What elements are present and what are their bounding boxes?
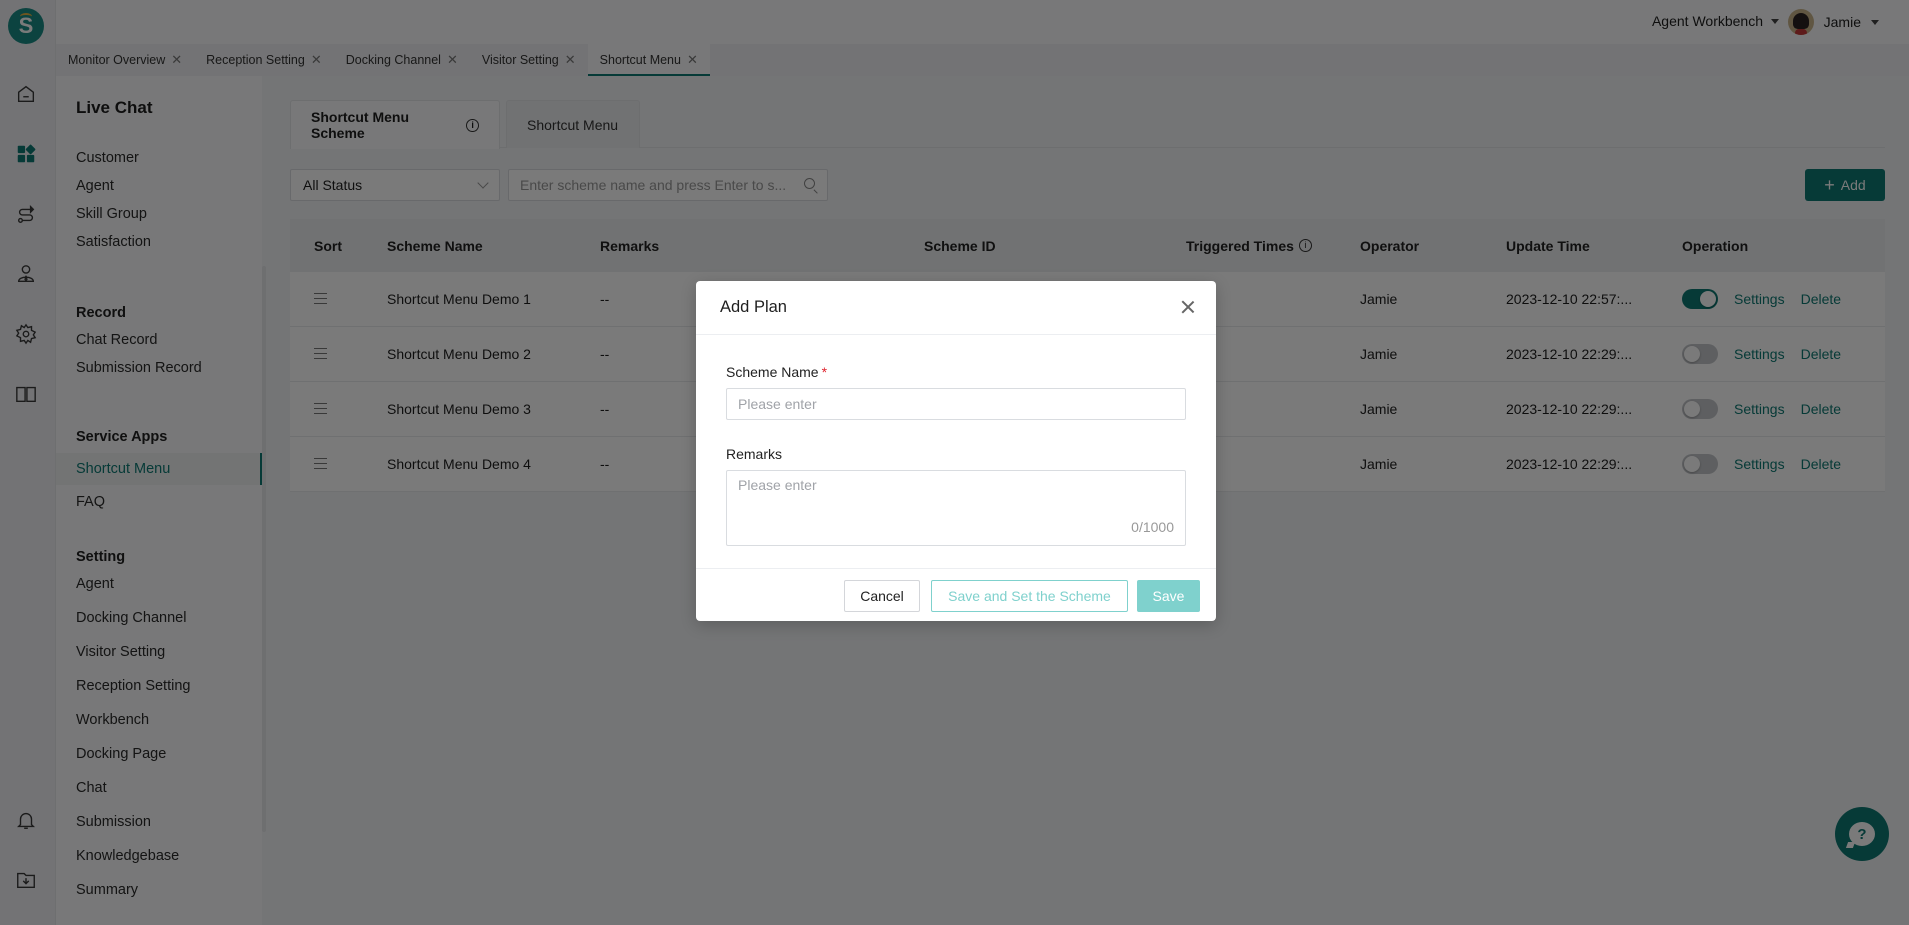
scheme-name-label: Scheme Name * bbox=[726, 364, 827, 380]
add-plan-modal: Add Plan Scheme Name* Remarks 0/1000 Can… bbox=[696, 281, 1216, 621]
remarks-label: Remarks bbox=[726, 446, 783, 462]
save-button[interactable]: Save bbox=[1137, 580, 1200, 612]
scheme-name-input[interactable] bbox=[726, 388, 1186, 420]
cancel-button[interactable]: Cancel bbox=[844, 580, 920, 612]
close-icon[interactable] bbox=[1180, 299, 1196, 315]
label-text: Scheme Name bbox=[726, 364, 819, 380]
required-asterisk: * bbox=[821, 364, 828, 380]
remarks-textarea[interactable] bbox=[726, 470, 1186, 546]
remarks-char-counter: 0/1000 bbox=[1131, 519, 1174, 535]
modal-title: Add Plan bbox=[720, 298, 787, 316]
modal-footer: Cancel Save and Set the Scheme Save bbox=[696, 568, 1216, 621]
modal-header: Add Plan bbox=[696, 281, 1216, 335]
save-and-set-scheme-button[interactable]: Save and Set the Scheme bbox=[931, 580, 1128, 612]
